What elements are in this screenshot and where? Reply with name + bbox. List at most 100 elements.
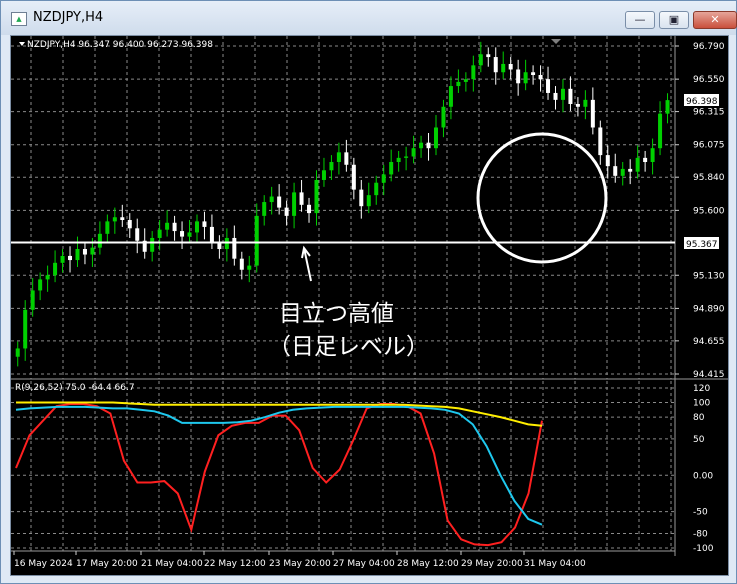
candle-bull bbox=[433, 127, 438, 149]
price-tick-label: 96.315 bbox=[693, 108, 725, 118]
title-bar[interactable]: ▲ NZDJPY,H4 — ▣ ✕ bbox=[1, 1, 737, 35]
time-tick-label: 31 May 04:00 bbox=[524, 559, 586, 569]
candle-bull bbox=[150, 237, 155, 252]
candle-bull bbox=[53, 262, 58, 276]
candle-bear bbox=[426, 142, 431, 149]
price-tick-label: 96.550 bbox=[693, 75, 725, 85]
candle-bull bbox=[456, 81, 461, 87]
candle-bull bbox=[419, 142, 424, 149]
candle-bear bbox=[613, 166, 618, 176]
candle-bear bbox=[202, 221, 207, 227]
candle-bull bbox=[665, 100, 670, 114]
indicator-header: R(9,26,52) 75.0 -64.4 66.7 bbox=[15, 383, 135, 393]
candle-bear bbox=[277, 196, 282, 208]
indicator-tick-label: -80 bbox=[693, 529, 708, 539]
candle-bull bbox=[45, 275, 50, 280]
candle-bull bbox=[501, 63, 506, 73]
candle-bear bbox=[598, 127, 603, 156]
candle-bear bbox=[172, 222, 177, 232]
indicator-tick-label: 80 bbox=[693, 413, 705, 423]
candle-bull bbox=[396, 157, 401, 163]
candle-bear bbox=[546, 79, 551, 93]
candle-bull bbox=[60, 255, 65, 263]
candle-bear bbox=[605, 155, 610, 167]
price-tick-label: 94.655 bbox=[693, 337, 725, 347]
candle-bull bbox=[336, 152, 341, 163]
candle-bull bbox=[23, 309, 28, 349]
candle-bull bbox=[38, 279, 43, 291]
candle-bull bbox=[157, 229, 162, 238]
candle-bear bbox=[127, 220, 132, 229]
candle-bull bbox=[620, 168, 625, 176]
candle-bear bbox=[359, 189, 364, 207]
candle-bull bbox=[366, 195, 371, 207]
candle-bull bbox=[560, 88, 565, 100]
candle-bull bbox=[389, 162, 394, 175]
candle-bear bbox=[68, 255, 73, 261]
candle-bear bbox=[351, 164, 356, 190]
price-tick-label: 95.130 bbox=[693, 271, 725, 281]
window-title: NZDJPY,H4 bbox=[33, 10, 104, 25]
candle-bear bbox=[344, 152, 349, 165]
candle-bull bbox=[15, 348, 20, 357]
price-tick-label: 96.790 bbox=[693, 42, 725, 52]
restore-button[interactable]: ▣ bbox=[659, 11, 689, 29]
candle-bear bbox=[82, 249, 87, 255]
level-price-label: 95.367 bbox=[686, 240, 718, 250]
candle-bear bbox=[307, 204, 312, 214]
candle-bull bbox=[635, 157, 640, 172]
candle-bull bbox=[269, 196, 274, 203]
candle-bull bbox=[381, 174, 386, 183]
candle-bear bbox=[299, 192, 304, 205]
current-price-label: 96.398 bbox=[686, 97, 718, 107]
chart-app-icon: ▲ bbox=[11, 12, 27, 26]
candle-bull bbox=[194, 221, 199, 233]
candle-bull bbox=[165, 222, 170, 230]
candle-bull bbox=[292, 192, 297, 216]
price-chart-area[interactable]: 目立つ高値 （日足レベル） NZDJPY,H4 96.347 96.400 96… bbox=[10, 35, 729, 576]
minimize-button[interactable]: — bbox=[625, 11, 655, 29]
candle-bull bbox=[523, 72, 528, 84]
candle-bull bbox=[404, 156, 409, 158]
candle-bear bbox=[486, 54, 491, 58]
candle-bull bbox=[463, 79, 468, 82]
candle-bull bbox=[247, 265, 252, 270]
candle-bull bbox=[314, 179, 319, 214]
price-tick-label: 95.600 bbox=[693, 206, 725, 216]
indicator-tick-label: -50 bbox=[693, 508, 708, 518]
time-tick-label: 16 May 2024 bbox=[14, 559, 73, 569]
candle-bull bbox=[411, 148, 416, 157]
candle-bear bbox=[553, 92, 558, 100]
candle-bull bbox=[262, 202, 267, 216]
indicator-tick-label: 0.00 bbox=[693, 471, 713, 481]
close-button[interactable]: ✕ bbox=[693, 11, 737, 29]
candle-bear bbox=[180, 231, 185, 237]
time-tick-label: 23 May 20:00 bbox=[269, 559, 331, 569]
time-tick-label: 29 May 20:00 bbox=[461, 559, 523, 569]
candle-bull bbox=[583, 99, 588, 107]
candle-bear bbox=[538, 75, 543, 80]
candle-bear bbox=[493, 57, 498, 73]
candle-bear bbox=[508, 63, 513, 70]
candle-bear bbox=[232, 237, 237, 259]
time-tick-label: 27 May 04:00 bbox=[333, 559, 395, 569]
candle-bull bbox=[112, 217, 117, 222]
time-tick-label: 22 May 12:00 bbox=[204, 559, 266, 569]
candle-bear bbox=[568, 88, 573, 105]
candle-bear bbox=[120, 217, 125, 221]
price-tick-label: 94.890 bbox=[693, 304, 725, 314]
indicator-tick-label: 50 bbox=[693, 435, 705, 445]
candle-bear bbox=[643, 157, 648, 163]
candle-bull bbox=[650, 148, 655, 163]
candle-bull bbox=[187, 232, 192, 237]
minimize-icon: — bbox=[634, 13, 646, 26]
annotation-subtitle: （日足レベル） bbox=[268, 334, 429, 360]
close-icon: ✕ bbox=[710, 13, 720, 26]
candle-bear bbox=[628, 168, 633, 172]
chart-menu-arrow-icon bbox=[19, 42, 25, 46]
chart-window: ▲ NZDJPY,H4 — ▣ ✕ 目立つ高値 （日足レベル） NZDJPY,H… bbox=[0, 0, 737, 584]
candle-bear bbox=[516, 69, 521, 84]
indicator-tick-label: -100 bbox=[693, 544, 714, 554]
indicator-tick-label: 120 bbox=[693, 384, 710, 394]
candle-bear bbox=[209, 226, 214, 243]
